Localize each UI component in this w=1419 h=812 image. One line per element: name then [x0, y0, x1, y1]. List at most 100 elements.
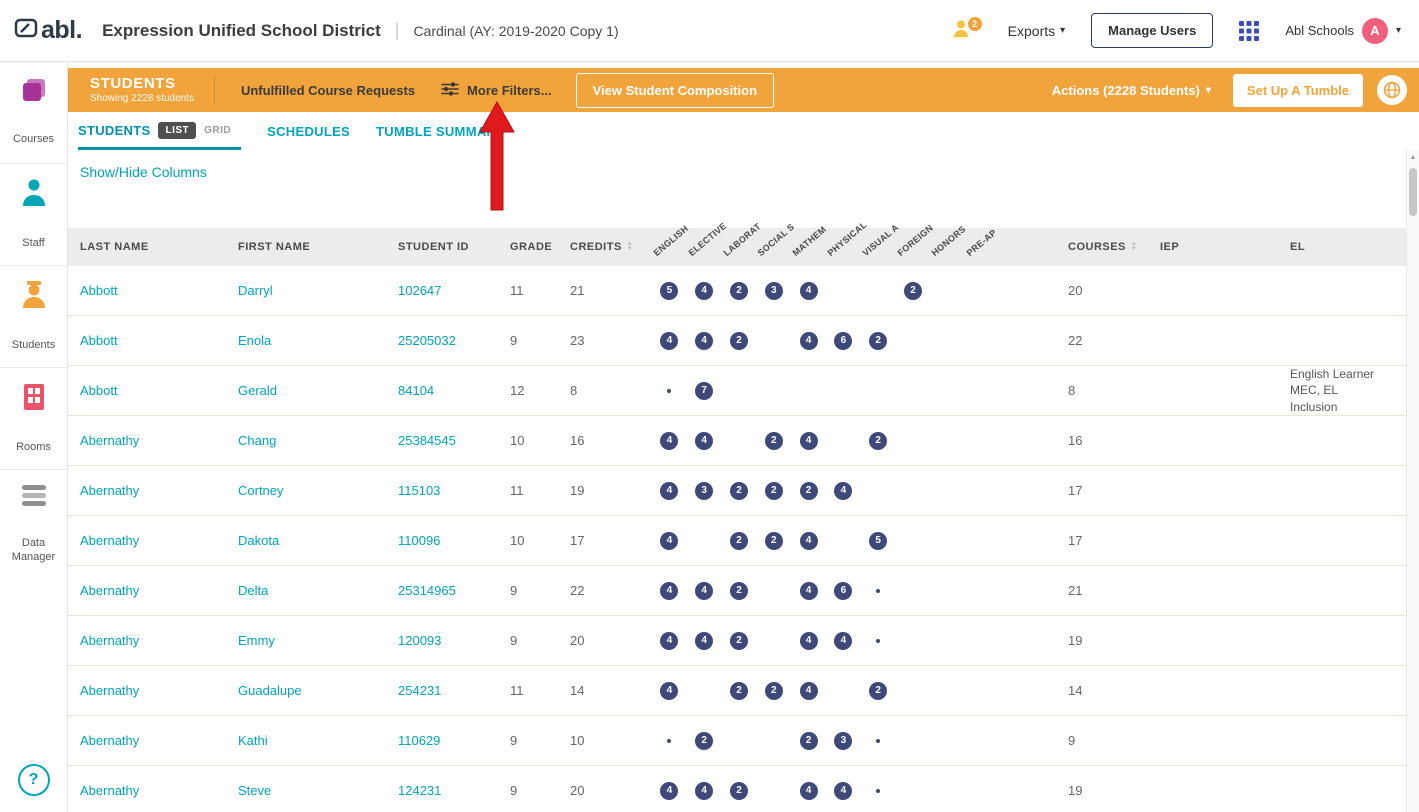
show-hide-columns-link[interactable]: Show/Hide Columns [80, 164, 207, 180]
student-last-name-link[interactable]: Abernathy [80, 633, 139, 648]
student-first-name-link[interactable]: Gerald [238, 383, 277, 398]
abl-logo[interactable]: abl. [14, 16, 82, 45]
student-last-name-link[interactable]: Abbott [80, 333, 118, 348]
sidebar-item-courses[interactable]: Courses [0, 62, 67, 164]
subject-cell [896, 532, 931, 550]
student-id-link[interactable]: 25314965 [398, 583, 456, 598]
credits-value: 10 [570, 733, 652, 748]
sort-icon[interactable]: ▲▼ [1131, 242, 1137, 252]
help-button[interactable]: ? [18, 764, 50, 796]
col-header-last-name[interactable]: LAST NAME [80, 241, 238, 253]
student-last-name-link[interactable]: Abernathy [80, 683, 139, 698]
student-first-name-link[interactable]: Chang [238, 433, 276, 448]
student-last-name-link[interactable]: Abernathy [80, 583, 139, 598]
subject-cell: 2 [722, 482, 757, 500]
subject-credit-badge: 4 [695, 332, 713, 350]
student-last-name-link[interactable]: Abernathy [80, 533, 139, 548]
subject-credit-badge: 4 [800, 282, 818, 300]
student-first-name-link[interactable]: Kathi [238, 733, 268, 748]
sidebar-item-students[interactable]: Students [0, 266, 67, 368]
tab-students-label: STUDENTS [78, 123, 150, 138]
set-up-tumble-button[interactable]: Set Up A Tumble [1233, 74, 1363, 107]
student-id-link[interactable]: 110629 [398, 733, 440, 748]
manage-users-button[interactable]: Manage Users [1091, 13, 1213, 48]
subject-credit-badge: 5 [869, 532, 887, 550]
student-id-link[interactable]: 115103 [398, 483, 440, 498]
student-first-name-link[interactable]: Dakota [238, 533, 279, 548]
list-view-toggle[interactable]: LIST [158, 122, 196, 139]
tab-students[interactable]: STUDENTS LIST GRID [78, 122, 241, 150]
student-first-name-link[interactable]: Enola [238, 333, 271, 348]
student-id-link[interactable]: 102647 [398, 283, 441, 298]
student-first-name-link[interactable]: Guadalupe [238, 683, 302, 698]
sort-icon[interactable]: ▲▼ [627, 242, 633, 252]
more-filters-button[interactable]: More Filters... [441, 82, 552, 99]
subject-credit-badge: 6 [834, 332, 852, 350]
subject-cell [965, 482, 1000, 500]
sidebar-item-data-manager[interactable]: Data Manager [0, 470, 67, 570]
col-header-iep[interactable]: IEP [1160, 241, 1290, 253]
student-last-name-link[interactable]: Abernathy [80, 483, 139, 498]
globe-help-button[interactable] [1377, 75, 1407, 105]
user-notifications[interactable]: 2 [953, 19, 982, 43]
grade-value: 9 [510, 633, 570, 648]
exports-dropdown[interactable]: Exports ▾ [1008, 23, 1066, 39]
subject-cell [826, 382, 861, 400]
col-header-credits[interactable]: CREDITS ▲▼ [570, 241, 652, 253]
subject-cell: 4 [791, 632, 826, 650]
sidebar-item-rooms[interactable]: Rooms [0, 368, 67, 470]
actions-dropdown[interactable]: Actions (2228 Students) ▾ [1052, 83, 1211, 98]
col-header-grade[interactable]: GRADE [510, 241, 570, 253]
subject-credit-badge: 4 [695, 282, 713, 300]
table-header: LAST NAME FIRST NAME STUDENT ID GRADE CR… [68, 228, 1419, 266]
student-id-link[interactable]: 254231 [398, 683, 441, 698]
student-id-link[interactable]: 120093 [398, 633, 441, 648]
student-last-name-link[interactable]: Abernathy [80, 433, 139, 448]
student-first-name-link[interactable]: Delta [238, 583, 268, 598]
actions-label: Actions (2228 Students) [1052, 83, 1200, 98]
subject-cell [965, 332, 1000, 350]
table-row: AbernathyEmmy1200939204424419 [68, 616, 1419, 666]
student-id-link[interactable]: 25205032 [398, 333, 456, 348]
student-id-link[interactable]: 110096 [398, 533, 440, 548]
student-id-link[interactable]: 124231 [398, 783, 441, 798]
student-id-link[interactable]: 25384545 [398, 433, 456, 448]
student-first-name-link[interactable]: Cortney [238, 483, 284, 498]
tab-schedules[interactable]: SCHEDULES [267, 124, 350, 150]
sidebar-item-staff[interactable]: Staff [0, 164, 67, 266]
subject-credit-badge: 4 [800, 582, 818, 600]
courses-value: 17 [1000, 483, 1160, 498]
unfulfilled-requests-filter[interactable]: Unfulfilled Course Requests [241, 83, 415, 98]
tab-tumble-summary[interactable]: TUMBLE SUMMARY [376, 124, 505, 150]
col-header-el[interactable]: EL [1290, 241, 1419, 253]
subject-credit-badge: 6 [834, 582, 852, 600]
subject-credit-badge: 3 [834, 732, 852, 750]
scrollbar-thumb[interactable] [1409, 168, 1417, 216]
col-header-student-id[interactable]: STUDENT ID [398, 241, 510, 253]
view-student-composition-button[interactable]: View Student Composition [576, 73, 774, 108]
student-first-name-link[interactable]: Darryl [238, 283, 273, 298]
subject-column-header: HONORS [930, 228, 965, 266]
subject-cell: 4 [687, 332, 722, 350]
student-first-name-link[interactable]: Emmy [238, 633, 275, 648]
col-header-courses[interactable]: COURSES ▲▼ [1000, 241, 1160, 253]
student-last-name-link[interactable]: Abernathy [80, 733, 139, 748]
student-last-name-link[interactable]: Abernathy [80, 783, 139, 798]
account-menu[interactable]: Abl Schools A ▾ [1285, 18, 1401, 44]
subject-cell: 6 [826, 332, 861, 350]
grid-view-toggle[interactable]: GRID [204, 125, 231, 136]
app-grid-icon[interactable] [1239, 21, 1259, 41]
col-header-first-name[interactable]: FIRST NAME [238, 241, 398, 253]
student-last-name-link[interactable]: Abbott [80, 383, 118, 398]
subject-cell [861, 382, 896, 400]
subject-credit-badge: 2 [869, 682, 887, 700]
student-first-name-link[interactable]: Steve [238, 783, 271, 798]
vertical-scrollbar[interactable]: ▲ [1406, 150, 1419, 812]
subject-cell: 4 [652, 432, 687, 450]
scrollbar-up-icon[interactable]: ▲ [1407, 154, 1419, 161]
student-last-name-link[interactable]: Abbott [80, 283, 118, 298]
rooms-icon [21, 382, 47, 417]
subject-credit-badge: 2 [695, 732, 713, 750]
subject-column-header: VISUAL A [861, 228, 896, 266]
student-id-link[interactable]: 84104 [398, 383, 434, 398]
